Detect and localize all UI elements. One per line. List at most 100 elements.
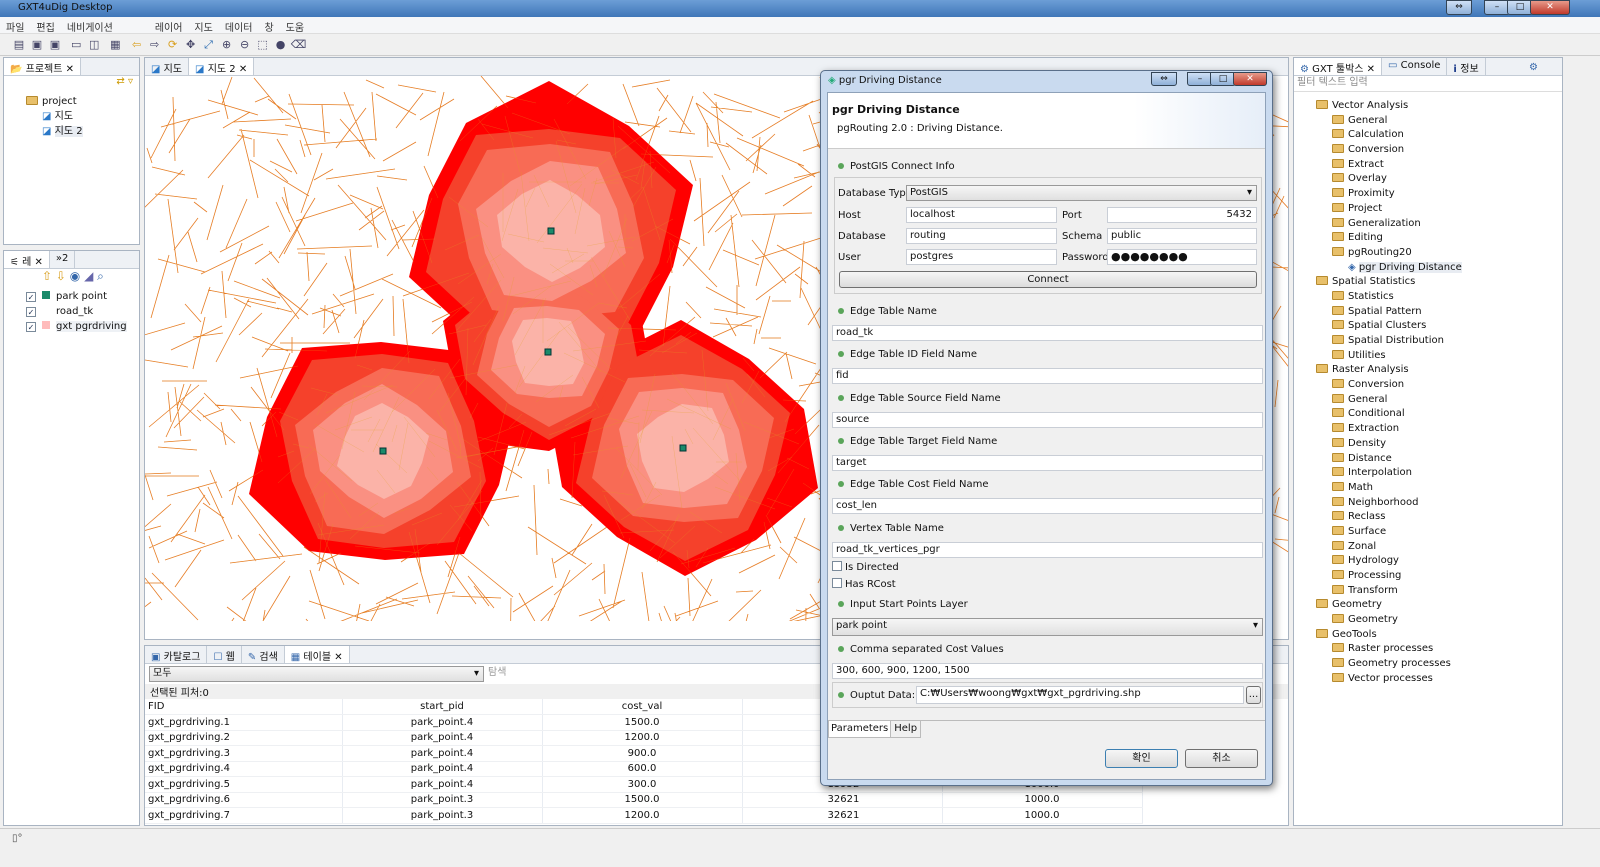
layer-item[interactable]: ✓ road_tk	[4, 304, 139, 319]
tab-layers[interactable]: ⚟ 레 ✕	[4, 251, 50, 268]
tool-category[interactable]: Distance	[1294, 451, 1562, 466]
column-header[interactable]: start_pid	[342, 699, 543, 715]
triangle-icon[interactable]: ◢	[84, 269, 93, 283]
zoom-in-icon[interactable]: ⊕	[219, 37, 235, 53]
tab-toolbox[interactable]: ⚙ GXT 툴박스 ✕	[1294, 58, 1383, 75]
pan-icon[interactable]: ✥	[183, 37, 199, 53]
tree-map-1[interactable]: ◪ 지도	[4, 109, 139, 124]
tool-category[interactable]: Raster processes	[1294, 641, 1562, 656]
tool-category[interactable]: Generalization	[1294, 216, 1562, 231]
tool-category[interactable]: Math	[1294, 480, 1562, 495]
tool-category[interactable]: Spatial Pattern	[1294, 304, 1562, 319]
tool-category[interactable]: Spatial Statistics	[1294, 274, 1562, 289]
park-point-marker[interactable]	[547, 227, 555, 235]
style-icon[interactable]: ◉	[70, 269, 80, 283]
zoom-extent-icon[interactable]: ⤢	[201, 37, 217, 53]
tool-category[interactable]: General	[1294, 113, 1562, 128]
tool-category[interactable]: Geometry	[1294, 612, 1562, 627]
tool-category[interactable]: pgRouting20	[1294, 245, 1562, 260]
vertex-table-input[interactable]: road_tk_vertices_pgr	[832, 541, 1263, 558]
new-icon[interactable]: ▤	[11, 37, 27, 53]
tool-category[interactable]: Transform	[1294, 583, 1562, 598]
column-header[interactable]: FID	[145, 699, 343, 715]
tool-category[interactable]: Geometry processes	[1294, 656, 1562, 671]
tool-category[interactable]: Project	[1294, 201, 1562, 216]
start-layer-select[interactable]: park point ▾	[832, 618, 1263, 636]
tool-category[interactable]: Hydrology	[1294, 553, 1562, 568]
tool-category[interactable]: GeoTools	[1294, 627, 1562, 642]
tab-catalog[interactable]: ▣ 카탈로그	[145, 646, 208, 663]
forward-icon[interactable]: ⇨	[147, 37, 163, 53]
has-rcost-checkbox[interactable]: Has RCost	[832, 578, 896, 590]
tool-category[interactable]: Editing	[1294, 230, 1562, 245]
tool-category[interactable]: Vector Analysis	[1294, 98, 1562, 113]
checkbox[interactable]	[832, 578, 842, 588]
layer-item[interactable]: ✓ park point	[4, 289, 139, 304]
is-directed-checkbox[interactable]: Is Directed	[832, 561, 899, 573]
tab-parameters[interactable]: Parameters	[828, 721, 892, 738]
port-input[interactable]: 5432	[1107, 207, 1257, 223]
close-button[interactable]: ✕	[1530, 0, 1570, 15]
db-type-select[interactable]: PostGIS ▾	[906, 185, 1257, 201]
move-down-icon[interactable]: ⇩	[56, 269, 66, 283]
host-input[interactable]: localhost	[906, 207, 1057, 223]
tool-category[interactable]: Geometry	[1294, 597, 1562, 612]
tool-category[interactable]: Conditional	[1294, 406, 1562, 421]
tool-category[interactable]: Extract	[1294, 157, 1562, 172]
ok-button[interactable]: 확인	[1105, 749, 1178, 768]
tool-category[interactable]: Conversion	[1294, 142, 1562, 157]
info-icon[interactable]: ●	[273, 37, 289, 53]
tool-category[interactable]: Calculation	[1294, 127, 1562, 142]
tab-web[interactable]: ☐ 웹	[207, 646, 242, 663]
tab-map-2[interactable]: ◪ 지도 2 ✕	[189, 58, 255, 75]
edge-source-input[interactable]: source	[832, 411, 1263, 428]
tab-info[interactable]: i 정보	[1447, 58, 1486, 75]
filter-text-input[interactable]: 필터 텍스트 입력	[1294, 76, 1562, 92]
properties-icon[interactable]: ▦	[107, 37, 123, 53]
park-point-marker[interactable]	[679, 444, 687, 452]
zoom-out-icon[interactable]: ⊖	[237, 37, 253, 53]
dialog-resize-button[interactable]: ⇔	[1151, 72, 1177, 86]
tab-table[interactable]: ▦ 테이블 ✕	[284, 646, 350, 663]
dialog-close-button[interactable]: ✕	[1233, 72, 1267, 86]
tool-category[interactable]: Overlay	[1294, 171, 1562, 186]
tool-item[interactable]: ◈ pgr Driving Distance	[1294, 260, 1562, 275]
back-icon[interactable]: ⇦	[129, 37, 145, 53]
select-icon[interactable]: ⬚	[255, 37, 271, 53]
tab-more[interactable]: »2	[50, 251, 76, 268]
checkbox[interactable]	[832, 561, 842, 571]
edge-id-input[interactable]: fid	[832, 368, 1263, 385]
tool-category[interactable]: Density	[1294, 436, 1562, 451]
tool-category[interactable]: Processing	[1294, 568, 1562, 583]
filter-select[interactable]: 모두 ▾	[149, 666, 484, 682]
connect-button[interactable]: Connect	[839, 271, 1257, 288]
restore-layout-button[interactable]: ⇔	[1446, 0, 1472, 15]
edge-table-input[interactable]: road_tk	[832, 325, 1263, 341]
tool-category[interactable]: Neighborhood	[1294, 495, 1562, 510]
tool-category[interactable]: Statistics	[1294, 289, 1562, 304]
tree-project[interactable]: project	[4, 94, 139, 109]
tool-category[interactable]: Proximity	[1294, 186, 1562, 201]
move-up-icon[interactable]: ⇧	[42, 269, 52, 283]
tool-category[interactable]: Conversion	[1294, 377, 1562, 392]
tree-map-2[interactable]: ◪ 지도 2	[4, 124, 139, 139]
layer-visibility-checkbox[interactable]: ✓	[26, 307, 36, 317]
schema-input[interactable]: public	[1107, 228, 1257, 244]
column-header[interactable]: cost_val	[542, 699, 743, 715]
save-all-icon[interactable]: ▣	[47, 37, 63, 53]
layer-visibility-checkbox[interactable]: ✓	[26, 322, 36, 332]
table-row[interactable]: gxt_pgrdriving.7 park_point.3 1200.0 32621 1…	[145, 807, 1143, 824]
tool-category[interactable]: Extraction	[1294, 421, 1562, 436]
park-point-marker[interactable]	[544, 348, 552, 356]
tab-search[interactable]: ✎ 검색	[242, 646, 285, 663]
windows-icon[interactable]: ◫	[86, 37, 102, 53]
park-point-marker[interactable]	[379, 447, 387, 455]
zoom-layer-icon[interactable]: ⌕	[97, 269, 104, 283]
close-tab-icon[interactable]: ✕	[331, 652, 342, 663]
password-input[interactable]: ●●●●●●●●	[1107, 249, 1257, 265]
tab-map-1[interactable]: ◪ 지도	[145, 58, 190, 75]
settings-icon[interactable]: ⚙	[1529, 60, 1562, 75]
tool-category[interactable]: Zonal	[1294, 539, 1562, 554]
user-input[interactable]: postgres	[906, 249, 1057, 265]
eraser-icon[interactable]: ⌫	[291, 37, 307, 53]
